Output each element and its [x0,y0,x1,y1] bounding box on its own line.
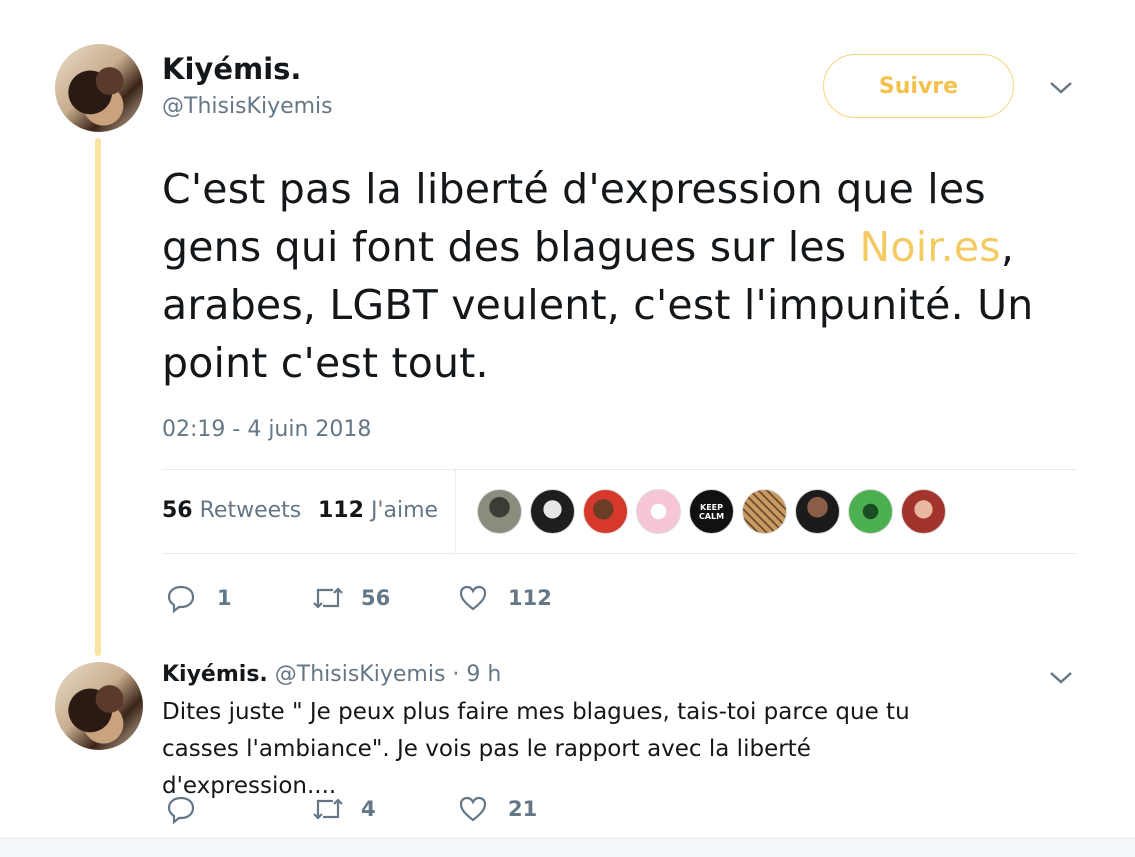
heart-icon [459,585,487,611]
follow-button[interactable]: Suivre [823,54,1014,118]
reply-text: Dites juste " Je peux plus faire mes bla… [162,699,910,799]
liker-avatar[interactable] [530,489,575,534]
liker-avatar[interactable] [636,489,681,534]
reply-like-action[interactable]: 21 [458,794,537,824]
liker-avatar[interactable] [742,489,787,534]
bottom-bar [0,838,1135,857]
retweet-icon [313,587,343,609]
reply-author-name[interactable]: Kiyémis. [162,662,268,687]
liker-avatar[interactable] [795,489,840,534]
reply-action[interactable]: 1 [166,583,232,613]
liker-avatar[interactable] [901,489,946,534]
chevron-down-icon[interactable] [1048,78,1074,98]
tweet-text: C'est pas la liberté d'expression que le… [162,160,1092,392]
reply-retweet-action[interactable]: 4 [311,794,376,824]
reply-retweet-count: 4 [361,797,376,821]
retweets-count: 56 [162,498,193,523]
tweet-timestamp[interactable]: 02:19 - 4 juin 2018 [162,417,371,442]
liker-avatar[interactable] [477,489,522,534]
stats-top-divider [162,469,1076,470]
retweet-action[interactable]: 56 [311,583,390,613]
reply-icon [167,796,195,824]
likes-label: J'aime [370,498,439,523]
likes-count: 112 [318,498,364,523]
like-action[interactable]: 112 [458,583,552,613]
heart-icon [459,796,487,822]
liker-avatar[interactable] [848,489,893,534]
reply-icon [167,585,195,613]
stats-vertical-divider [455,470,456,553]
retweet-count: 56 [361,586,391,610]
retweets-stat[interactable]: 56 Retweets [162,498,301,523]
author-name[interactable]: Kiyémis. [162,52,301,86]
stats-bottom-divider [162,553,1076,554]
liker-avatar[interactable] [583,489,628,534]
reply-author-handle[interactable]: @ThisisKiyemis [275,662,446,687]
reply-header: Kiyémis. @ThisisKiyemis · 9 h [162,662,501,687]
likes-stat[interactable]: 112 J'aime [318,498,438,523]
reply-separator: · [452,662,460,687]
reply-time[interactable]: 9 h [466,662,501,687]
reply-chevron-down-icon[interactable] [1048,668,1074,688]
author-avatar[interactable] [55,44,143,132]
reply-like-count: 21 [508,797,538,821]
liker-avatar[interactable]: KEEP CALM [689,489,734,534]
retweets-label: Retweets [199,498,302,523]
thread-line [95,138,101,656]
retweet-icon [313,798,343,820]
reply-count: 1 [217,586,232,610]
likers-avatars: KEEP CALM [477,489,946,534]
reply-reply-action[interactable] [166,794,217,824]
like-count: 112 [508,586,552,610]
hashtag-link[interactable]: Noir.es [860,223,1001,271]
author-handle[interactable]: @ThisisKiyemis [162,94,333,119]
reply-author-avatar[interactable] [55,662,143,750]
